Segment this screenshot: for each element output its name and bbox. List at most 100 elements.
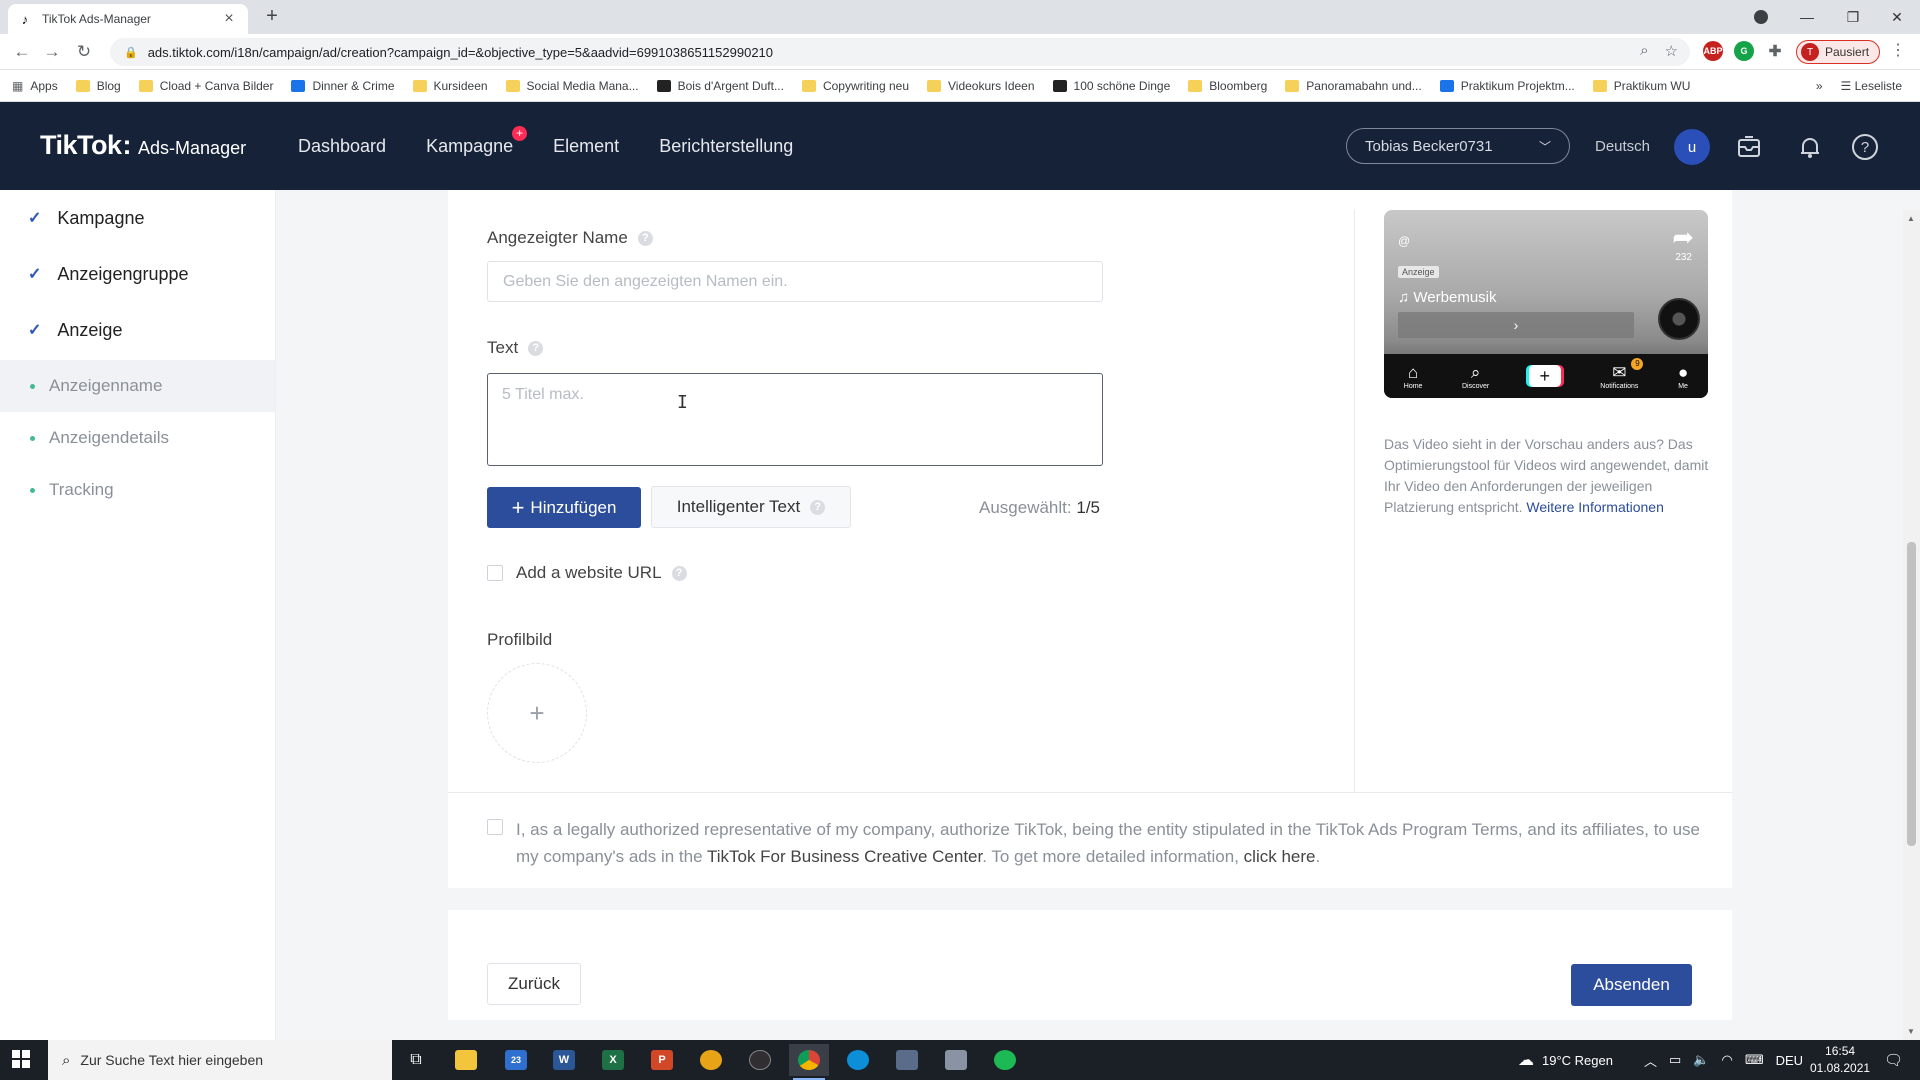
spotify-icon[interactable] <box>985 1044 1025 1076</box>
profile-menu-icon[interactable] <box>1738 0 1784 34</box>
more-info-link[interactable]: Weitere Informationen <box>1526 499 1663 515</box>
check-icon: ✓ <box>28 266 42 283</box>
tiktok-ads-manager-logo[interactable]: TikTok: Ads-Manager <box>40 130 246 161</box>
step-anzeige[interactable]: ✓ Anzeige <box>0 302 275 358</box>
close-window-icon[interactable]: ✕ <box>1874 0 1920 34</box>
display-name-input[interactable] <box>487 261 1103 302</box>
inbox-icon[interactable] <box>1734 132 1764 162</box>
submit-button[interactable]: Absenden <box>1571 964 1692 1006</box>
creative-center-link[interactable]: TikTok For Business Creative Center <box>707 847 982 866</box>
excel-icon[interactable]: X <box>593 1044 633 1076</box>
mail-icon[interactable]: 23 <box>496 1044 536 1076</box>
profile-image-upload[interactable]: + <box>487 663 587 763</box>
zoom-icon[interactable]: ⌕ <box>1640 42 1648 60</box>
notification-center-icon[interactable]: 🗨 <box>1884 1040 1903 1080</box>
keyboard-icon[interactable]: ⌨ <box>1745 1052 1764 1068</box>
bookmark-item[interactable]: Bois d'Argent Duft... <box>656 79 784 93</box>
cloud-rain-icon: ☁ <box>1518 1052 1534 1069</box>
minimize-window-icon[interactable]: — <box>1784 0 1830 34</box>
bookmark-item[interactable]: Copywriting neu <box>801 79 909 93</box>
app-icon[interactable] <box>691 1044 731 1076</box>
bookmark-item[interactable]: Praktikum WU <box>1592 79 1690 93</box>
forward-arrow-icon[interactable]: → <box>40 40 64 64</box>
address-bar[interactable]: 🔒 ads.tiktok.com/i18n/campaign/ad/creati… <box>110 38 1690 66</box>
task-view-icon[interactable]: ⧉ <box>396 1044 436 1076</box>
app-icon[interactable] <box>887 1044 927 1076</box>
more-bookmarks-icon[interactable]: » <box>1816 79 1823 93</box>
browser-menu-icon[interactable]: ⋮ <box>1890 40 1906 60</box>
scroll-up-icon[interactable]: ▲ <box>1907 214 1915 223</box>
edge-icon[interactable] <box>838 1044 878 1076</box>
volume-icon[interactable]: 🔈 <box>1693 1052 1709 1068</box>
website-url-checkbox[interactable] <box>487 565 503 581</box>
share-arrow-icon: ➦ <box>1672 222 1694 252</box>
nav-element[interactable]: Element <box>553 136 619 157</box>
bookmark-item[interactable]: Dinner & Crime <box>291 79 395 93</box>
bookmark-item[interactable]: Kursideen <box>412 79 488 93</box>
file-explorer-icon[interactable] <box>446 1044 486 1076</box>
step-anzeigengruppe[interactable]: ✓ Anzeigengruppe <box>0 246 275 302</box>
bookmark-item[interactable]: Social Media Mana... <box>505 79 639 93</box>
chevron-up-icon[interactable]: ︿ <box>1644 1051 1657 1070</box>
substep-tracking[interactable]: Tracking <box>0 464 275 516</box>
bookmark-item[interactable]: ▦ Apps <box>12 79 58 93</box>
help-circle-icon[interactable]: ? <box>671 565 687 581</box>
close-tab-icon[interactable]: × <box>220 10 238 28</box>
scrollbar-thumb[interactable] <box>1907 542 1916 846</box>
adblock-extension-icon[interactable]: ABP <box>1703 41 1723 61</box>
weather-widget[interactable]: ☁ 19°C Regen <box>1518 1040 1613 1080</box>
step-kampagne[interactable]: ✓ Kampagne <box>0 190 275 246</box>
bookmark-folder-icon <box>656 79 671 92</box>
app-icon[interactable] <box>936 1044 976 1076</box>
windows-start-icon[interactable] <box>12 1050 30 1073</box>
bookmark-item[interactable]: Panoramabahn und... <box>1285 79 1422 93</box>
nav-dashboard[interactable]: Dashboard <box>298 136 386 157</box>
profile-paused-button[interactable]: T Pausiert <box>1796 40 1881 64</box>
new-tab-icon[interactable]: + <box>260 5 284 28</box>
user-avatar[interactable]: u <box>1674 129 1710 165</box>
click-here-link[interactable]: click here <box>1244 847 1316 866</box>
substep-anzeigendetails[interactable]: Anzeigendetails <box>0 412 275 464</box>
taskbar-clock[interactable]: 16:54 01.08.2021 <box>1810 1043 1870 1077</box>
plus-icon: + <box>529 697 545 728</box>
add-text-button[interactable]: + Hinzufügen <box>487 487 641 528</box>
bookmark-item[interactable]: Bloomberg <box>1188 79 1267 93</box>
page-scrollbar[interactable]: ▲ ▼ <box>1903 210 1920 1040</box>
nav-kampagne[interactable]: Kampagne + <box>426 126 528 157</box>
taskbar-search-placeholder: Zur Suche Text hier eingeben <box>80 1052 264 1068</box>
bookmark-item[interactable]: Blog <box>75 79 121 93</box>
help-icon[interactable]: ? <box>1850 132 1880 162</box>
extensions-puzzle-icon[interactable]: ✚ <box>1765 41 1785 61</box>
substep-anzeigenname[interactable]: Anzeigenname <box>0 360 275 412</box>
browser-tab-active[interactable]: ♪ TikTok Ads-Manager × <box>8 4 248 34</box>
taskbar-search[interactable]: ⌕ Zur Suche Text hier eingeben <box>48 1040 392 1080</box>
reading-list-button[interactable]: ☰ Leseliste <box>1841 79 1902 93</box>
ad-text-textarea[interactable] <box>487 373 1103 466</box>
bell-icon[interactable] <box>1795 132 1825 162</box>
powerpoint-icon[interactable]: P <box>642 1044 682 1076</box>
battery-icon[interactable]: ▭ <box>1669 1052 1681 1068</box>
help-circle-icon[interactable]: ? <box>528 340 544 356</box>
nav-berichterstellung[interactable]: Berichterstellung <box>659 136 793 157</box>
obs-icon[interactable] <box>740 1044 780 1076</box>
back-arrow-icon[interactable]: ← <box>10 40 34 64</box>
scroll-down-icon[interactable]: ▼ <box>1907 1027 1915 1036</box>
smart-text-button[interactable]: Intelligenter Text ? <box>651 486 851 528</box>
restore-window-icon[interactable]: ❐ <box>1830 0 1876 34</box>
account-selector[interactable]: Tobias Becker0731 ﹀ <box>1346 128 1570 164</box>
wifi-icon[interactable]: ◠ <box>1722 1052 1733 1068</box>
reload-icon[interactable]: ↻ <box>72 40 96 64</box>
bookmark-item[interactable]: Cload + Canva Bilder <box>138 79 273 93</box>
bookmark-item[interactable]: 100 schöne Dinge <box>1052 79 1170 93</box>
chrome-icon[interactable] <box>789 1044 829 1080</box>
help-circle-icon[interactable]: ? <box>637 230 653 246</box>
input-language[interactable]: DEU <box>1776 1053 1803 1068</box>
grammarly-extension-icon[interactable]: G <box>1734 41 1754 61</box>
bookmark-item[interactable]: Praktikum Projektm... <box>1439 79 1575 93</box>
bookmark-item[interactable]: Videokurs Ideen <box>927 79 1035 93</box>
back-button[interactable]: Zurück <box>487 963 581 1005</box>
word-icon[interactable]: W <box>544 1044 584 1076</box>
bookmark-star-icon[interactable]: ☆ <box>1665 42 1678 60</box>
consent-checkbox[interactable] <box>487 819 503 835</box>
language-switch[interactable]: Deutsch <box>1595 138 1650 155</box>
